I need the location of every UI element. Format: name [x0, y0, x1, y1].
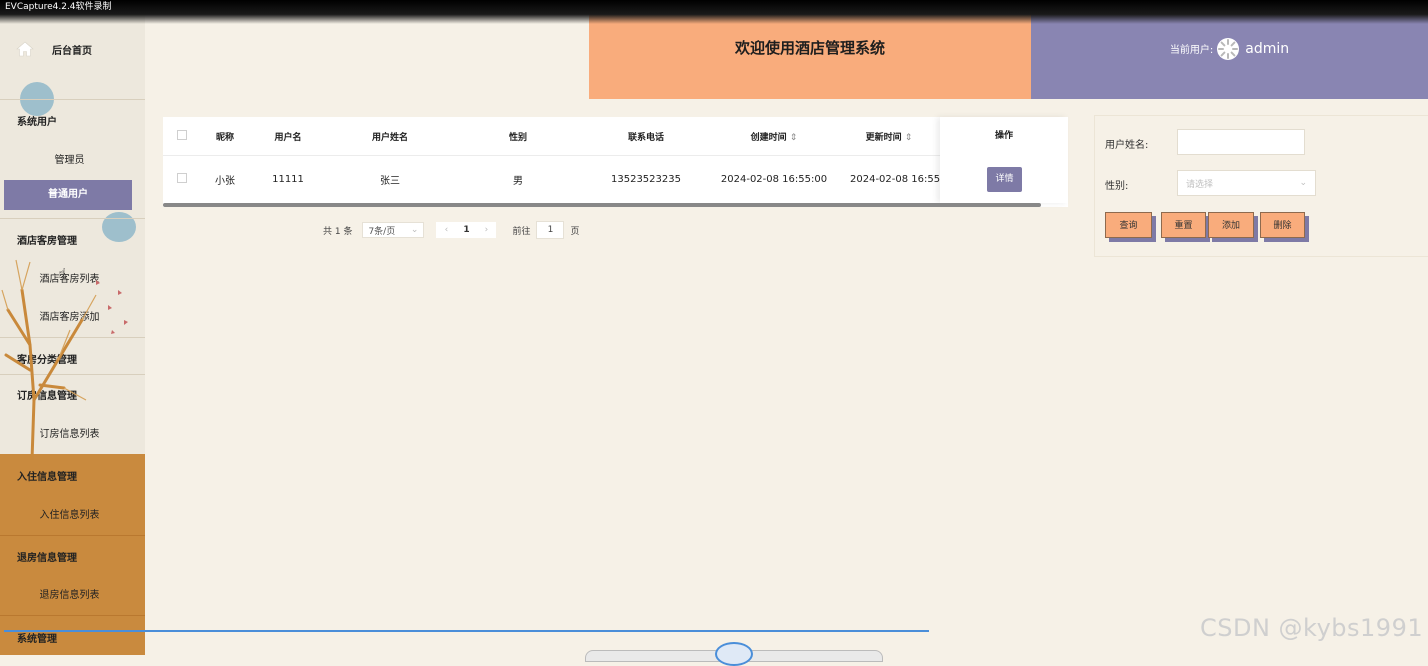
action-column: 操作 详情 — [940, 117, 1068, 203]
column-header-updated-label: 更新时间 — [865, 132, 902, 143]
sidebar-item-room-add[interactable]: 酒店客房添加 — [0, 308, 145, 323]
cell-nickname: 小张 — [215, 175, 235, 187]
table-row: 小张 11111 张三 男 13523523235 2024-02-08 16:… — [163, 159, 1068, 199]
cell-phone: 13523523235 — [611, 173, 681, 185]
sidebar-group-system-users[interactable]: 系统用户 — [0, 113, 145, 128]
current-user-label: 当前用户: — [1169, 45, 1214, 56]
sidebar-item-checkout-list[interactable]: 退房信息列表 — [0, 586, 145, 601]
column-header-username: 用户名 — [274, 132, 302, 143]
page-navigator: ‹ 1 › — [436, 222, 497, 238]
sidebar-item-checkin-list[interactable]: 入住信息列表 — [0, 506, 145, 521]
prev-page-icon[interactable]: ‹ — [436, 225, 456, 235]
goto-label: 前往 — [512, 226, 531, 237]
user-table: 昵称 用户名 用户姓名 性别 联系电话 创建时间 ⇕ 更新时间 ⇕ 小张 111… — [163, 117, 1068, 207]
page-size-value: 7条/页 — [368, 226, 396, 237]
page-number-current[interactable]: 1 — [456, 225, 476, 235]
sidebar-item-room-list[interactable]: 酒店客房列表 — [0, 270, 145, 285]
page-size-select[interactable]: 7条/页 ⌄ — [362, 222, 425, 238]
search-gender-label: 性别: — [1105, 181, 1129, 192]
sidebar-group-system[interactable]: 系统管理 — [0, 630, 145, 645]
next-page-icon[interactable]: › — [476, 225, 496, 235]
cell-username: 11111 — [272, 173, 304, 185]
sidebar-group-checkout[interactable]: 退房信息管理 — [0, 549, 145, 564]
column-header-created-label: 创建时间 — [750, 132, 787, 143]
sidebar-divider — [0, 99, 145, 100]
table-horizontal-scrollbar[interactable] — [163, 203, 1041, 207]
query-button[interactable]: 查询 — [1105, 212, 1152, 238]
row-checkbox[interactable] — [176, 172, 187, 183]
sidebar: 后台首页 系统用户 管理员 普通用户 酒店客房管理 酒店客房列表 酒店客房添加 … — [0, 0, 145, 655]
header-checkbox-cell — [163, 129, 200, 143]
gender-select[interactable]: 请选择 ⌄ — [1177, 170, 1316, 196]
sidebar-item-normal-user[interactable]: 普通用户 — [4, 180, 132, 210]
chevron-down-icon: ⌄ — [410, 225, 419, 235]
detail-button[interactable]: 详情 — [987, 167, 1022, 192]
sidebar-divider — [0, 337, 145, 338]
search-panel: 用户姓名: 性别: 请选择 ⌄ 查询 重置 添加 删除 — [1094, 115, 1428, 257]
watermark: CSDN @kybs1991 — [1200, 614, 1424, 642]
sidebar-group-booking[interactable]: 订房信息管理 — [0, 387, 145, 402]
row-checkbox-cell — [163, 172, 200, 186]
sidebar-divider — [0, 218, 145, 219]
cell-created: 2024-02-08 16:55:00 — [720, 173, 828, 185]
reset-button[interactable]: 重置 — [1161, 212, 1206, 238]
cell-gender: 男 — [513, 175, 523, 187]
avatar[interactable] — [1217, 37, 1240, 60]
gender-select-placeholder: 请选择 — [1186, 179, 1214, 190]
pagination-total: 共 1 条 — [323, 226, 353, 237]
column-header-realname: 用户姓名 — [371, 132, 408, 143]
mouse-cursor-icon: ☝ — [58, 266, 67, 282]
current-username: admin — [1245, 40, 1290, 57]
sidebar-item-booking-list[interactable]: 订房信息列表 — [0, 425, 145, 440]
column-header-updated[interactable]: 更新时间 ⇕ — [838, 130, 940, 143]
home-icon — [16, 41, 34, 57]
delete-button[interactable]: 删除 — [1260, 212, 1305, 238]
column-header-gender: 性别 — [508, 132, 527, 143]
sort-icon[interactable]: ⇕ — [905, 133, 913, 143]
avatar-icon — [1218, 38, 1239, 59]
sidebar-item-home-label: 后台首页 — [52, 45, 92, 57]
goto-suffix: 页 — [570, 226, 580, 237]
sidebar-divider — [0, 535, 145, 536]
sidebar-item-home[interactable]: 后台首页 — [16, 40, 92, 58]
sidebar-item-admin[interactable]: 管理员 — [0, 151, 145, 166]
sidebar-group-room-category[interactable]: 客房分类管理 — [0, 351, 145, 366]
goto-page-input[interactable]: 1 — [536, 221, 565, 239]
column-header-action: 操作 — [994, 131, 1013, 141]
recorder-title: EVCapture4.2.4软件录制 — [0, 0, 1428, 24]
add-button[interactable]: 添加 — [1208, 212, 1254, 238]
recorder-dock-button[interactable] — [715, 642, 753, 666]
search-name-label: 用户姓名: — [1105, 140, 1149, 151]
pagination: 共 1 条 7条/页 ⌄ ‹ 1 › 前往 1 页 — [323, 221, 579, 239]
sidebar-divider — [0, 374, 145, 375]
progress-line — [4, 630, 929, 632]
cell-updated: 2024-02-08 16:55: — [850, 173, 940, 185]
sidebar-group-checkin[interactable]: 入住信息管理 — [0, 468, 145, 483]
row-divider — [163, 155, 1068, 156]
sort-icon[interactable]: ⇕ — [790, 133, 798, 143]
chevron-down-icon: ⌄ — [1299, 178, 1307, 188]
select-all-checkbox[interactable] — [176, 129, 187, 140]
cell-realname: 张三 — [380, 175, 400, 187]
column-header-phone: 联系电话 — [627, 132, 664, 143]
table-header: 昵称 用户名 用户姓名 性别 联系电话 创建时间 ⇕ 更新时间 ⇕ — [163, 117, 1068, 155]
search-name-input[interactable] — [1177, 129, 1305, 155]
sidebar-group-rooms[interactable]: 酒店客房管理 — [0, 232, 145, 247]
sidebar-divider — [0, 615, 145, 616]
column-header-created[interactable]: 创建时间 ⇕ — [710, 130, 838, 143]
column-header-nickname: 昵称 — [215, 132, 234, 143]
